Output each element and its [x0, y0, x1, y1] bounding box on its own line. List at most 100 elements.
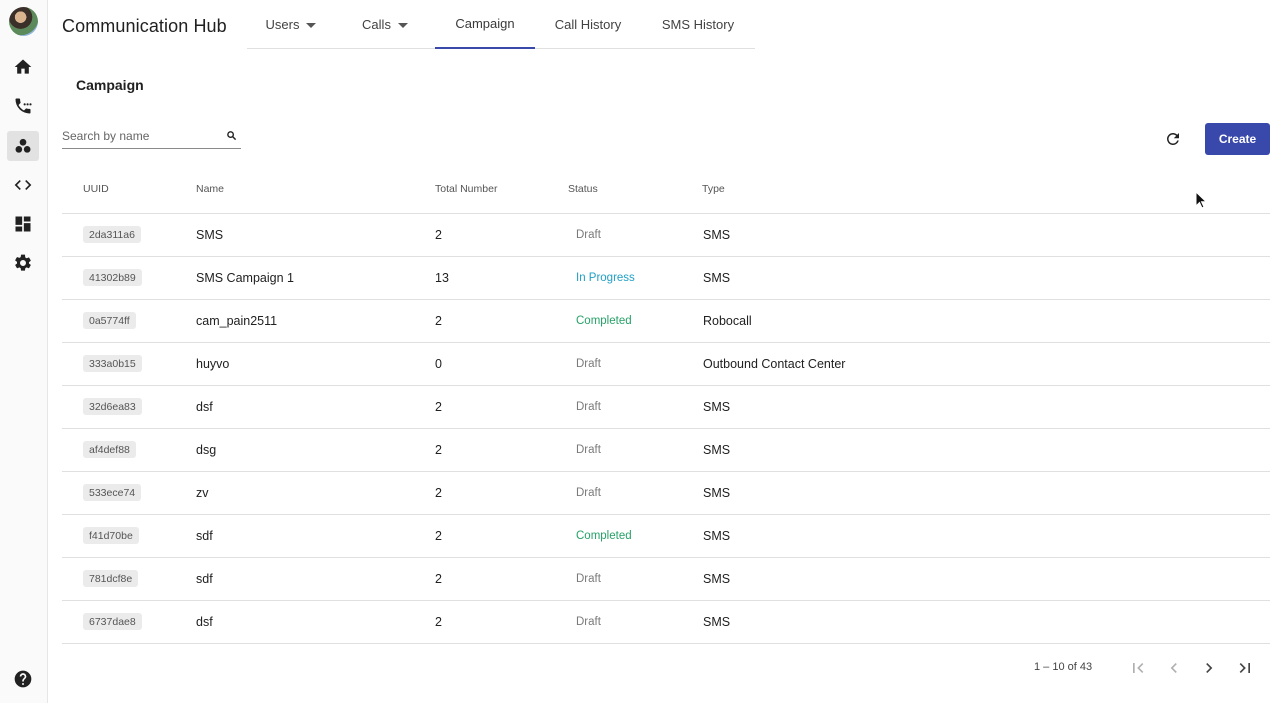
tab-sms-history-label: SMS History: [661, 17, 735, 32]
uuid-chip: 41302b89: [83, 269, 142, 286]
table-row[interactable]: af4def88 dsg 2 Draft SMS: [62, 429, 1270, 472]
table-row[interactable]: 533ece74 zv 2 Draft SMS: [62, 472, 1270, 515]
campaign-type: SMS: [703, 486, 731, 500]
total-number: 2: [435, 400, 442, 414]
previous-page-button[interactable]: [1163, 657, 1185, 679]
first-page-button[interactable]: [1127, 657, 1149, 679]
table-row[interactable]: 781dcf8e sdf 2 Draft SMS: [62, 558, 1270, 601]
campaign-name: sdf: [196, 529, 213, 543]
campaign-type: SMS: [703, 529, 731, 543]
refresh-icon: [1166, 132, 1179, 145]
uuid-chip: 32d6ea83: [83, 398, 142, 415]
uuid-chip: 2da311a6: [83, 226, 141, 243]
header-name: Name: [196, 183, 225, 195]
app-title: Communication Hub: [62, 16, 227, 36]
uuid-chip: af4def88: [83, 441, 136, 458]
header-total-number: Total Number: [435, 183, 498, 195]
tab-calls[interactable]: Calls: [335, 0, 435, 49]
caret-down-icon: [306, 22, 317, 28]
status-badge: Completed: [576, 315, 632, 327]
table-row[interactable]: 0a5774ff cam_pain2511 2 Completed Robocall: [62, 300, 1270, 343]
header-type: Type: [702, 183, 725, 195]
tab-users[interactable]: Users: [247, 0, 335, 49]
campaign-name: dsg: [196, 443, 217, 457]
tab-campaign[interactable]: Campaign: [435, 0, 535, 49]
campaign-name: SMS: [196, 228, 224, 242]
table-row[interactable]: 6737dae8 dsf 2 Draft SMS: [62, 601, 1270, 644]
campaign-type: SMS: [703, 400, 731, 414]
total-number: 2: [435, 529, 442, 543]
tab-call-history[interactable]: Call History: [535, 0, 641, 49]
search-icon[interactable]: [226, 130, 237, 141]
refresh-button[interactable]: [1163, 129, 1183, 149]
total-number: 0: [435, 357, 442, 371]
first-page-icon: [1133, 663, 1144, 673]
uuid-chip: 333a0b15: [83, 355, 142, 372]
caret-down-icon: [397, 22, 408, 28]
tab-users-label: Users: [265, 17, 300, 32]
table-header: UUID Name Total Number Status Type: [62, 171, 1270, 214]
campaign-type: SMS: [703, 572, 731, 586]
total-number: 13: [435, 271, 449, 285]
campaign-name: sdf: [196, 572, 213, 586]
search-input[interactable]: [62, 126, 217, 146]
pagination-range: 1 – 10 of 43: [1034, 661, 1093, 673]
status-badge: Completed: [576, 530, 632, 542]
campaign-type: SMS: [703, 228, 731, 242]
campaign-name: cam_pain2511: [196, 314, 278, 328]
total-number: 2: [435, 572, 442, 586]
campaign-name: SMS Campaign 1: [196, 271, 294, 285]
chevron-left-icon: [1170, 663, 1177, 673]
page-title: Campaign: [76, 77, 144, 93]
gear-icon: [15, 254, 31, 271]
tab-campaign-label: Campaign: [455, 16, 515, 31]
search-box: [62, 126, 241, 149]
status-badge: Draft: [576, 229, 601, 241]
header-status: Status: [568, 183, 598, 195]
sidebar-item-campaign[interactable]: [7, 131, 39, 161]
status-badge: Draft: [576, 401, 601, 413]
table-row[interactable]: f41d70be sdf 2 Completed SMS: [62, 515, 1270, 558]
home-icon: [14, 59, 32, 74]
table-row[interactable]: 41302b89 SMS Campaign 1 13 In Progress SMS: [62, 257, 1270, 300]
status-badge: In Progress: [576, 272, 635, 284]
help-icon: [14, 670, 32, 688]
avatar[interactable]: [9, 7, 38, 36]
status-badge: Draft: [576, 358, 601, 370]
total-number: 2: [435, 314, 442, 328]
sidebar-item-help[interactable]: [7, 664, 39, 694]
header-uuid: UUID: [83, 183, 109, 195]
status-badge: Draft: [576, 573, 601, 585]
code-icon: [14, 180, 32, 190]
uuid-chip: 781dcf8e: [83, 570, 139, 587]
sidebar-item-calls[interactable]: [7, 91, 39, 121]
total-number: 2: [435, 486, 442, 500]
campaign-name: huyvo: [196, 357, 230, 371]
create-button[interactable]: Create: [1205, 123, 1270, 155]
campaign-name: dsf: [196, 400, 213, 414]
sidebar-item-code[interactable]: [7, 170, 39, 200]
sidebar-item-settings[interactable]: [7, 248, 39, 278]
last-page-icon: [1239, 663, 1250, 673]
next-page-button[interactable]: [1198, 657, 1220, 679]
campaign-table: UUID Name Total Number Status Type 2da31…: [62, 171, 1270, 644]
tab-call-history-label: Call History: [554, 17, 622, 32]
table-row[interactable]: 2da311a6 SMS 2 Draft SMS: [62, 214, 1270, 257]
dashboard-icon: [15, 216, 31, 232]
campaign-type: Outbound Contact Center: [703, 357, 846, 371]
uuid-chip: 0a5774ff: [83, 312, 136, 329]
last-page-button[interactable]: [1234, 657, 1256, 679]
uuid-chip: 533ece74: [83, 484, 142, 501]
sidebar-item-dashboard[interactable]: [7, 209, 39, 239]
campaign-bubbles-icon: [15, 138, 31, 153]
tab-calls-label: Calls: [362, 17, 391, 32]
chevron-right-icon: [1206, 663, 1213, 673]
status-badge: Draft: [576, 616, 601, 628]
sidebar-item-home[interactable]: [7, 52, 39, 82]
total-number: 2: [435, 615, 442, 629]
uuid-chip: f41d70be: [83, 527, 139, 544]
total-number: 2: [435, 443, 442, 457]
table-row[interactable]: 32d6ea83 dsf 2 Draft SMS: [62, 386, 1270, 429]
tab-sms-history[interactable]: SMS History: [641, 0, 755, 49]
table-row[interactable]: 333a0b15 huyvo 0 Draft Outbound Contact Cent…: [62, 343, 1270, 386]
